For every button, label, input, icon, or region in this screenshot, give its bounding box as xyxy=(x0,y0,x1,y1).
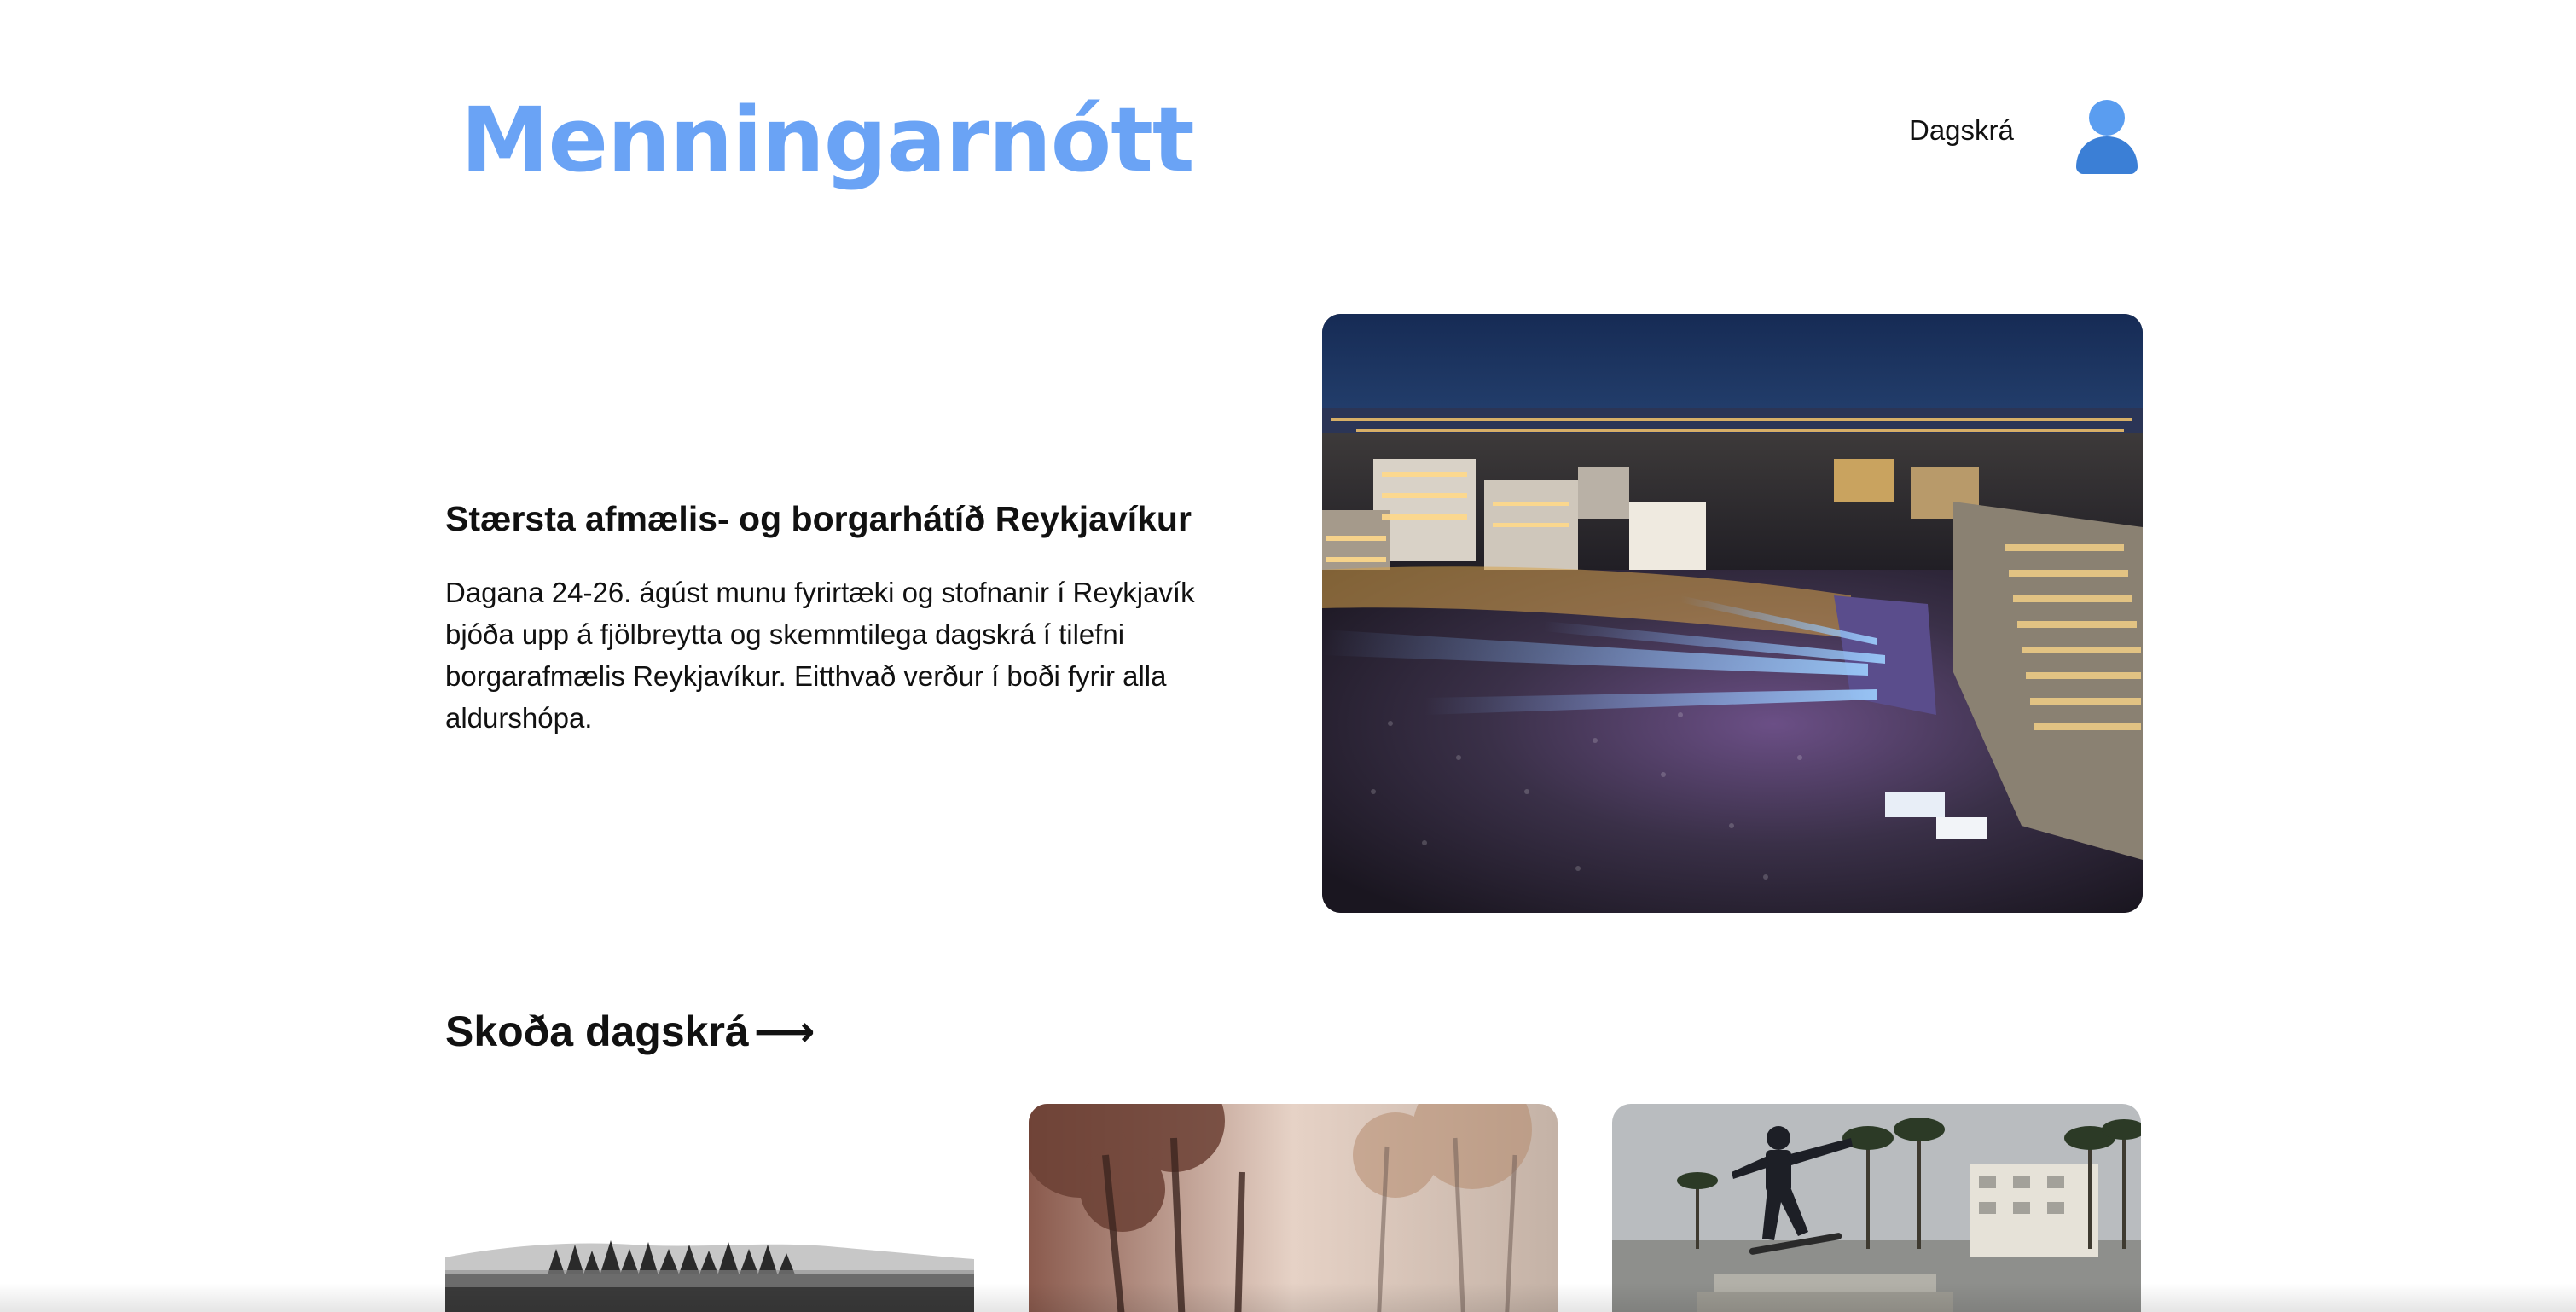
card-image xyxy=(1612,1104,2141,1312)
bottom-shadow xyxy=(0,1283,2576,1312)
nav-link-program[interactable]: Dagskrá xyxy=(1909,116,2014,144)
view-program-link[interactable]: Skoða dagskrá ⟶ xyxy=(445,1010,815,1053)
event-card[interactable] xyxy=(445,1104,974,1312)
card-image xyxy=(445,1104,974,1312)
arrow-right-icon: ⟶ xyxy=(753,1007,815,1056)
view-program-label: Skoða dagskrá xyxy=(445,1007,749,1055)
hero-description: Dagana 24-26. ágúst munu fyrirtæki og st… xyxy=(445,577,1195,734)
hero-title: Stærsta afmælis- og borgarhátíð Reykjaví… xyxy=(445,499,1192,538)
user-avatar-icon[interactable] xyxy=(2074,97,2139,174)
card-image xyxy=(1029,1104,1558,1312)
event-card[interactable] xyxy=(1612,1104,2141,1312)
event-card[interactable] xyxy=(1029,1104,1558,1312)
hero-image xyxy=(1322,314,2143,913)
site-logo[interactable]: Menningarnótt xyxy=(461,96,1195,184)
page: Menningarnótt Dagskrá Stærsta afmælis- o… xyxy=(0,0,2576,1312)
